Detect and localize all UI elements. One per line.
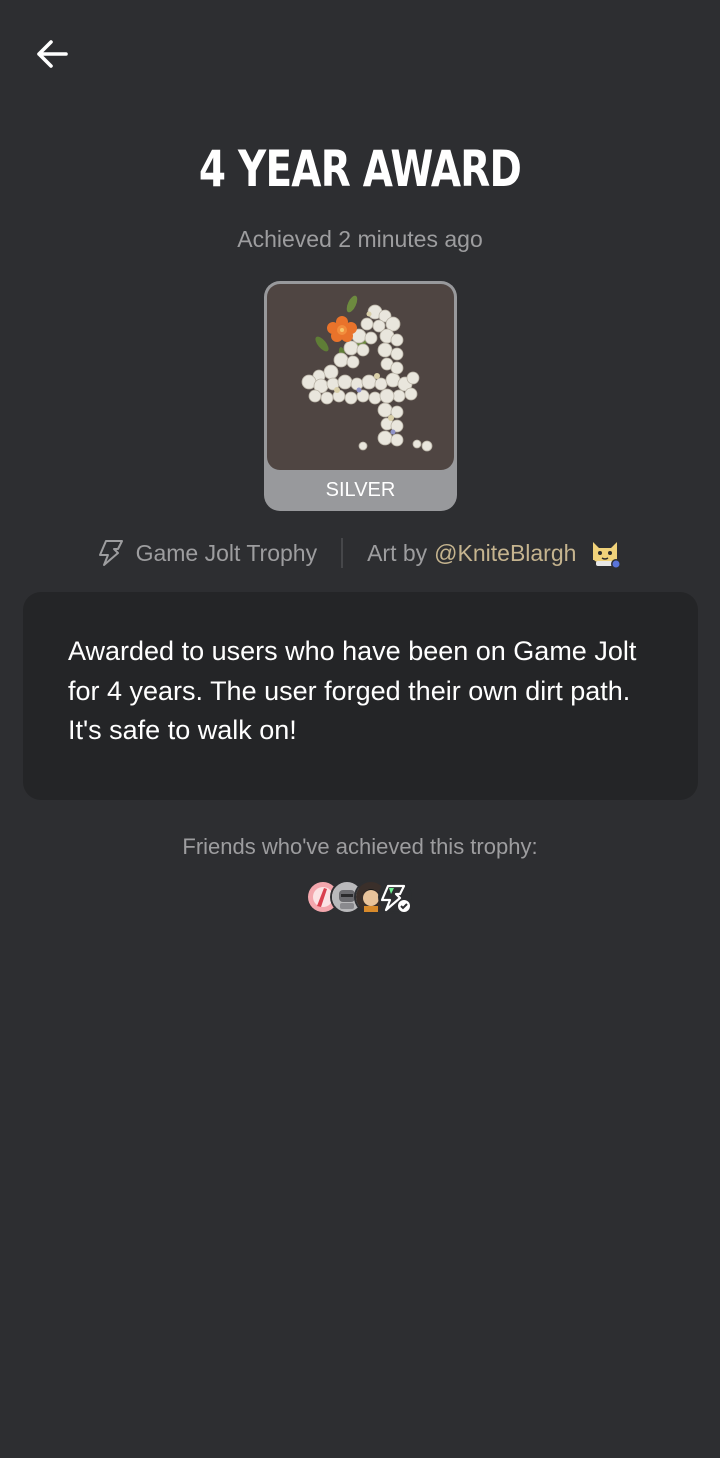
trophy-source: Game Jolt Trophy: [98, 539, 318, 567]
achieved-time: Achieved 2 minutes ago: [237, 226, 483, 252]
cat-avatar-icon: [593, 542, 622, 569]
friends-avatars: [308, 880, 410, 914]
artist-avatar[interactable]: [588, 536, 622, 570]
back-button[interactable]: [30, 32, 74, 76]
meta-divider: [341, 538, 344, 568]
friend-avatar-gamejolt[interactable]: [380, 882, 410, 912]
game-jolt-bolt-icon: [98, 540, 123, 566]
description-card: Awarded to users who have been on Game J…: [23, 592, 698, 800]
pearl-four-icon: [301, 295, 433, 452]
artist-link[interactable]: @KniteBlargh: [434, 540, 576, 567]
friend-avatar-gamejolt-icon: [380, 884, 410, 912]
arrow-left-icon: [37, 40, 68, 68]
trophy-title: 4 YEAR AWARD: [198, 140, 522, 198]
trophy-artist: Art by @KniteBlargh: [367, 536, 622, 570]
friends-label: Friends who've achieved this trophy:: [182, 834, 538, 859]
trophy-tier: SILVER: [325, 479, 396, 501]
trophy-description: Awarded to users who have been on Game J…: [68, 636, 637, 745]
trophy-card: SILVER: [264, 281, 457, 511]
art-by-label: Art by: [367, 539, 428, 566]
trophy-source-label: Game Jolt Trophy: [135, 539, 318, 566]
trophy-meta: Game Jolt Trophy Art by @KniteBlargh: [0, 534, 720, 572]
trophy-image: [267, 284, 454, 470]
